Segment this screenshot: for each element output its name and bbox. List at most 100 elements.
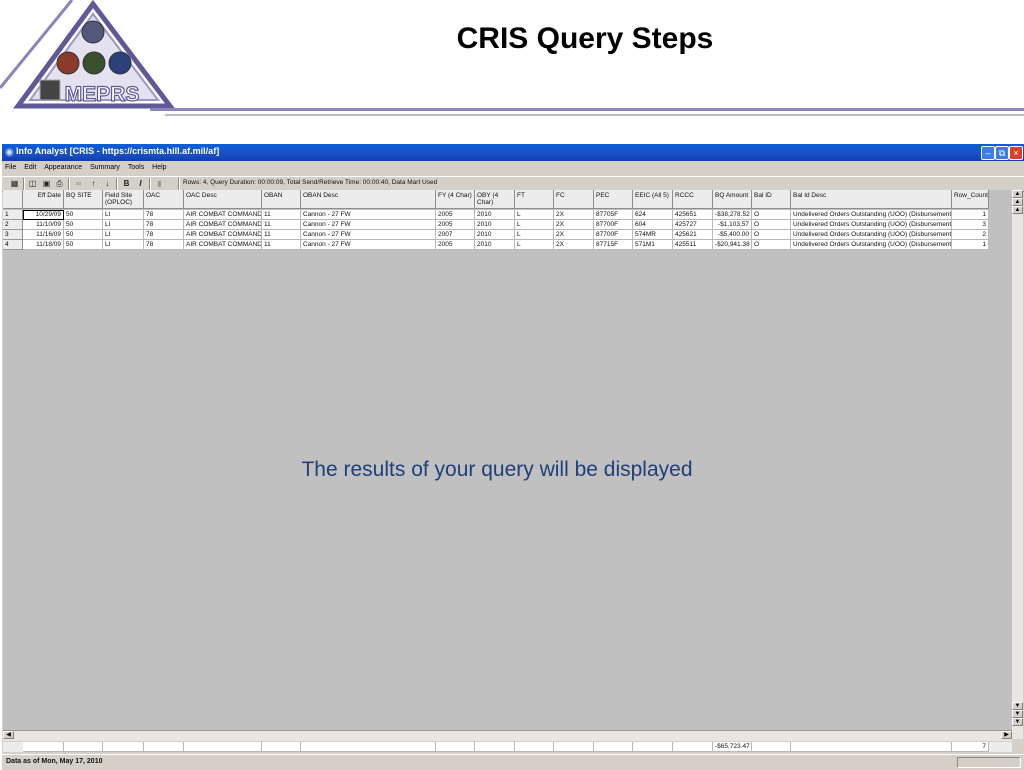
table-cell-field-site[interactable]: LI (103, 240, 144, 250)
column-header-bq-amount[interactable]: BQ Amount (713, 190, 752, 209)
table-cell-pec[interactable]: 87700F (594, 220, 633, 230)
scroll-page-up-icon[interactable]: ▲ (1012, 198, 1023, 206)
table-cell-eff-date[interactable]: 11/18/09 (23, 240, 64, 250)
column-header-fc[interactable]: FC (554, 190, 594, 209)
table-cell-bq-site[interactable]: 50 (64, 240, 103, 250)
table-cell-oac-desc[interactable]: AIR COMBAT COMMAND (184, 210, 262, 220)
table-cell-rccc[interactable]: 425621 (673, 230, 713, 240)
sort-ascending-icon[interactable]: ↑ (88, 178, 99, 189)
table-cell-pec[interactable]: 87715F (594, 240, 633, 250)
column-header-fy[interactable]: FY (4 Char) (436, 190, 475, 209)
table-cell-pec[interactable]: 87700F (594, 230, 633, 240)
table-cell-bal-id-desc[interactable]: Undelivered Orders Outstanding (UOO) (Di… (791, 230, 952, 240)
table-cell-bal-id[interactable]: O (752, 230, 791, 240)
table-cell-bq-amount[interactable]: -$20,941.38 (713, 240, 752, 250)
table-cell-oby[interactable]: 2010 (475, 210, 515, 220)
horizontal-scrollbar[interactable]: ◀ ▶ (3, 730, 1012, 741)
vertical-scrollbar[interactable]: ▲ ▲ ▲ ▼ ▼ ▼ (1012, 190, 1023, 739)
table-cell-fy[interactable]: 2005 (436, 220, 475, 230)
table-cell-row-count[interactable]: 3 (952, 220, 989, 230)
column-header-rccc[interactable]: RCCC (673, 190, 713, 209)
row-number[interactable]: 4 (3, 240, 23, 250)
row-number[interactable]: 1 (3, 210, 23, 220)
table-cell-oban-desc[interactable]: Cannon - 27 FW (301, 210, 436, 220)
table-cell-oban-desc[interactable]: Cannon - 27 FW (301, 240, 436, 250)
table-cell-oac[interactable]: 78 (144, 240, 184, 250)
close-button[interactable]: × (1009, 146, 1023, 160)
table-cell-eff-date[interactable]: 11/10/09 (23, 220, 64, 230)
table-cell-oban-desc[interactable]: Cannon - 27 FW (301, 220, 436, 230)
table-cell-bal-id-desc[interactable]: Undelivered Orders Outstanding (UOO) (Di… (791, 220, 952, 230)
table-cell-fc[interactable]: 2X (554, 220, 594, 230)
scroll-up-icon[interactable]: ▲ (1012, 206, 1023, 214)
table-cell-row-count[interactable]: 1 (952, 240, 989, 250)
table-cell-bal-id[interactable]: O (752, 240, 791, 250)
column-header-oac[interactable]: OAC (144, 190, 184, 209)
table-cell-eff-date[interactable]: 11/16/09 (23, 230, 64, 240)
scroll-bottom-icon[interactable]: ▼ (1012, 718, 1023, 726)
table-cell-bal-id[interactable]: O (752, 210, 791, 220)
table-cell-eeic[interactable]: 624 (633, 210, 673, 220)
table-cell-fy[interactable]: 2005 (436, 210, 475, 220)
table-cell-oban[interactable]: 11 (262, 220, 301, 230)
column-header-oban[interactable]: OBAN (262, 190, 301, 209)
scroll-page-down-icon[interactable]: ▼ (1012, 710, 1023, 718)
scroll-top-icon[interactable]: ▲ (1012, 190, 1023, 198)
new-folder-icon[interactable]: ▦ (9, 178, 20, 189)
table-cell-bq-amount[interactable]: -$1,103.57 (713, 220, 752, 230)
table-cell-row-count[interactable]: 2 (952, 230, 989, 240)
table-cell-eff-date[interactable]: 10/29/09 (23, 210, 64, 220)
table-cell-oban[interactable]: 11 (262, 210, 301, 220)
table-cell-eeic[interactable]: 604 (633, 220, 673, 230)
column-header-oban-desc[interactable]: OBAN Desc (301, 190, 436, 209)
minimize-button[interactable]: – (981, 146, 995, 160)
row-number[interactable]: 3 (3, 230, 23, 240)
scroll-right-icon[interactable]: ▶ (1001, 731, 1012, 739)
table-cell-fy[interactable]: 2007 (436, 230, 475, 240)
column-header-pec[interactable]: PEC (594, 190, 633, 209)
table-cell-eeic[interactable]: 574MR (633, 230, 673, 240)
menu-summary[interactable]: Summary (87, 162, 123, 173)
column-header-field-site[interactable]: Field Site (OPLOC) (103, 190, 144, 209)
column-header-row-count[interactable]: Row_Count (952, 190, 989, 209)
table-cell-ft[interactable]: L (515, 210, 554, 220)
menu-appearance[interactable]: Appearance (41, 162, 85, 173)
table-cell-fc[interactable]: 2X (554, 210, 594, 220)
table-cell-ft[interactable]: L (515, 240, 554, 250)
table-cell-bq-site[interactable]: 50 (64, 230, 103, 240)
sort-descending-icon[interactable]: ↓ (102, 178, 113, 189)
menu-file[interactable]: File (2, 162, 19, 173)
table-cell-bal-id[interactable]: O (752, 220, 791, 230)
row-number[interactable]: 2 (3, 220, 23, 230)
table-cell-rccc[interactable]: 425727 (673, 220, 713, 230)
window-titlebar[interactable]: ◉ Info Analyst [CRIS - https://crismta.h… (2, 144, 1024, 161)
column-header-ft[interactable]: FT (515, 190, 554, 209)
table-cell-field-site[interactable]: LI (103, 220, 144, 230)
table-cell-row-count[interactable]: 1 (952, 210, 989, 220)
table-cell-field-site[interactable]: LI (103, 210, 144, 220)
table-cell-ft[interactable]: L (515, 230, 554, 240)
table-cell-field-site[interactable]: LI (103, 230, 144, 240)
table-cell-fy[interactable]: 2005 (436, 240, 475, 250)
table-cell-bq-site[interactable]: 50 (64, 220, 103, 230)
table-cell-ft[interactable]: L (515, 220, 554, 230)
column-header-oby[interactable]: OBY (4 Char) (475, 190, 515, 209)
restore-button[interactable]: ⧉ (995, 146, 1009, 160)
table-cell-oban[interactable]: 11 (262, 240, 301, 250)
print-icon[interactable]: ⎙ (54, 178, 65, 189)
table-cell-rccc[interactable]: 425511 (673, 240, 713, 250)
column-header-oac-desc[interactable]: OAC Desc (184, 190, 262, 209)
table-cell-bq-amount[interactable]: -$5,400.00 (713, 230, 752, 240)
table-cell-rccc[interactable]: 425651 (673, 210, 713, 220)
menu-tools[interactable]: Tools (125, 162, 147, 173)
table-cell-bq-site[interactable]: 50 (64, 210, 103, 220)
column-header-bq-site[interactable]: BQ SITE (64, 190, 103, 209)
italic-icon[interactable]: I (135, 178, 146, 189)
table-cell-oac-desc[interactable]: AIR COMBAT COMMAND (184, 220, 262, 230)
column-header-eff-date[interactable]: Eff Date (23, 190, 64, 209)
open-icon[interactable]: ◫ (27, 178, 38, 189)
table-cell-bal-id-desc[interactable]: Undelivered Orders Outstanding (UOO) (Di… (791, 210, 952, 220)
binoculars-icon[interactable]: ∞ (73, 178, 84, 189)
table-cell-eeic[interactable]: 571M1 (633, 240, 673, 250)
save-icon[interactable]: ▣ (41, 178, 52, 189)
